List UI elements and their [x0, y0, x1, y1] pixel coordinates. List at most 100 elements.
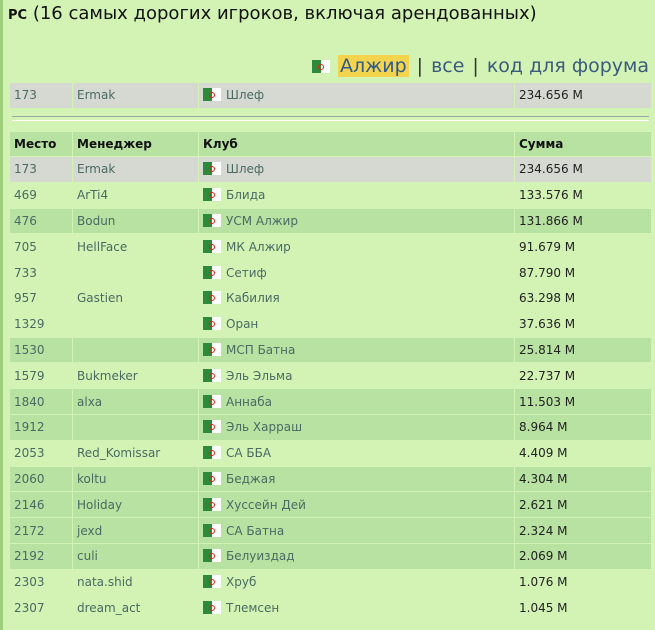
club-name[interactable]: Белуиздад: [226, 549, 295, 563]
col-header-sum[interactable]: Сумма: [515, 132, 651, 156]
algeria-flag-icon: [203, 317, 221, 331]
club-name[interactable]: СА Батна: [226, 524, 284, 538]
club-cell[interactable]: МК Алжир: [199, 234, 514, 260]
club-name[interactable]: Шлеф: [226, 88, 264, 102]
club-cell[interactable]: СА ББА: [199, 440, 514, 466]
place-cell: 733: [10, 260, 72, 285]
place-cell: 957: [10, 285, 72, 311]
club-name[interactable]: Аннаба: [226, 395, 272, 409]
sum-cell: 2.069 M: [515, 543, 651, 569]
sum-cell: 4.409 M: [515, 440, 651, 466]
place-cell: 1329: [10, 311, 72, 337]
club-name[interactable]: Тлемсен: [226, 601, 279, 615]
club-name[interactable]: Хруб: [226, 575, 256, 589]
page-title: PC (16 самых дорогих игроков, включая ар…: [8, 3, 537, 24]
club-name[interactable]: МК Алжир: [226, 240, 291, 254]
col-header-club[interactable]: Клуб: [199, 132, 514, 156]
club-name[interactable]: МСП Батна: [226, 343, 295, 357]
forum-code-link[interactable]: код для форума: [487, 55, 649, 77]
club-name[interactable]: Кабилия: [226, 291, 280, 305]
sum-cell: 11.503 M: [515, 389, 651, 414]
club-cell[interactable]: УСМ Алжир: [199, 208, 514, 234]
table-row: 2060 koltu Беджая 4.304 M: [10, 466, 651, 492]
club-cell[interactable]: Белуиздад: [199, 543, 514, 569]
algeria-flag-icon: [203, 291, 221, 305]
manager-cell[interactable]: dream_act: [73, 595, 198, 621]
club-name[interactable]: Шлеф: [226, 162, 264, 176]
sum-cell: 25.814 M: [515, 337, 651, 363]
club-cell[interactable]: Хруб: [199, 569, 514, 595]
club-cell[interactable]: Эль Харраш: [199, 414, 514, 440]
manager-cell[interactable]: koltu: [73, 466, 198, 492]
place-cell: 1840: [10, 389, 72, 414]
table-row: 1530 МСП Батна 25.814 M: [10, 337, 651, 363]
my-rank-table: 173 Ermak Шлеф 234.656 M: [9, 82, 652, 109]
manager-cell[interactable]: HellFace: [73, 234, 198, 260]
table-row: 957 Gastien Кабилия 63.298 M: [10, 285, 651, 311]
manager-cell[interactable]: Holiday: [73, 492, 198, 518]
col-header-manager[interactable]: Менеджер: [73, 132, 198, 156]
manager-cell[interactable]: [73, 337, 198, 363]
manager-cell[interactable]: Ermak: [73, 157, 198, 182]
algeria-flag-icon: [203, 239, 221, 253]
club-cell[interactable]: СА Батна: [199, 518, 514, 543]
club-cell[interactable]: Сетиф: [199, 260, 514, 285]
algeria-flag-icon: [203, 600, 221, 614]
club-cell[interactable]: Хуссейн Дей: [199, 492, 514, 518]
manager-cell[interactable]: Bodun: [73, 208, 198, 234]
manager-cell[interactable]: nata.shid: [73, 569, 198, 595]
manager-cell[interactable]: [73, 260, 198, 285]
club-name[interactable]: Сетиф: [226, 266, 267, 280]
filter-all-link[interactable]: все: [431, 55, 464, 77]
place-cell: 705: [10, 234, 72, 260]
algeria-flag-icon: [203, 162, 221, 176]
club-cell[interactable]: МСП Батна: [199, 337, 514, 363]
club-cell[interactable]: Шлеф: [199, 157, 514, 182]
algeria-flag-icon: [203, 368, 221, 382]
club-cell[interactable]: Беджая: [199, 466, 514, 492]
club-name[interactable]: Оран: [226, 317, 258, 331]
club-name[interactable]: Блида: [226, 188, 265, 202]
manager-cell[interactable]: Bukmeker: [73, 363, 198, 389]
separator: |: [472, 55, 479, 77]
table-row: 1329 Оран 37.636 M: [10, 311, 651, 337]
manager-cell[interactable]: Red_Komissar: [73, 440, 198, 466]
manager-cell[interactable]: culi: [73, 543, 198, 569]
sum-cell: 1.045 M: [515, 595, 651, 621]
title-text: (16 самых дорогих игроков, включая аренд…: [32, 3, 537, 24]
club-cell[interactable]: Блида: [199, 182, 514, 208]
place-cell: 173: [10, 157, 72, 182]
col-header-place[interactable]: Место: [10, 132, 72, 156]
club-name[interactable]: Хуссейн Дей: [226, 498, 306, 512]
manager-cell[interactable]: alxa: [73, 389, 198, 414]
club-cell[interactable]: Тлемсен: [199, 595, 514, 621]
filter-algeria[interactable]: Алжир: [337, 55, 409, 77]
club-cell[interactable]: Кабилия: [199, 285, 514, 311]
sum-cell: 8.964 M: [515, 414, 651, 440]
manager-cell[interactable]: [73, 311, 198, 337]
manager-cell[interactable]: jexd: [73, 518, 198, 543]
manager-cell[interactable]: [73, 414, 198, 440]
place-cell: 476: [10, 208, 72, 234]
club-name[interactable]: УСМ Алжир: [226, 214, 298, 228]
club-cell[interactable]: Аннаба: [199, 389, 514, 414]
manager-cell[interactable]: Ermak: [73, 83, 198, 108]
place-cell: 2172: [10, 518, 72, 543]
manager-cell[interactable]: ArTi4: [73, 182, 198, 208]
table-row: 2053 Red_Komissar СА ББА 4.409 M: [10, 440, 651, 466]
club-cell[interactable]: Оран: [199, 311, 514, 337]
place-cell: 1912: [10, 414, 72, 440]
table-row: 2192 culi Белуиздад 2.069 M: [10, 543, 651, 569]
club-cell[interactable]: Эль Эльма: [199, 363, 514, 389]
place-cell: 2192: [10, 543, 72, 569]
place-cell: 2053: [10, 440, 72, 466]
club-name[interactable]: СА ББА: [226, 446, 271, 460]
club-cell[interactable]: Шлеф: [199, 83, 514, 108]
club-name[interactable]: Эль Эльма: [226, 369, 292, 383]
club-name[interactable]: Беджая: [226, 472, 275, 486]
pc-label: PC: [8, 8, 28, 23]
my-rank-row: 173 Ermak Шлеф 234.656 M: [10, 83, 651, 108]
club-name[interactable]: Эль Харраш: [226, 420, 302, 434]
table-row: 733 Сетиф 87.790 M: [10, 260, 651, 285]
manager-cell[interactable]: Gastien: [73, 285, 198, 311]
